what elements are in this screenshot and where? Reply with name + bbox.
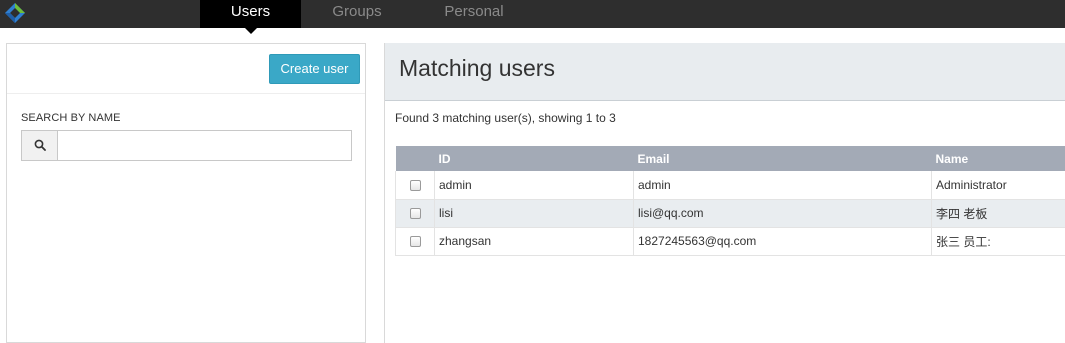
table-row[interactable]: admin admin Administrator: [396, 171, 1065, 199]
table-row[interactable]: zhangsan 1827245563@qq.com 张三 员工:: [396, 227, 1065, 255]
search-group: [21, 130, 352, 161]
row-checkbox[interactable]: [410, 236, 421, 247]
column-header-select: [396, 146, 435, 171]
create-user-button[interactable]: Create user: [269, 54, 360, 84]
user-id-cell: zhangsan: [435, 227, 634, 255]
search-panel-toolbar: Create user: [7, 44, 365, 94]
user-id-cell: admin: [435, 171, 634, 199]
row-select-cell: [396, 171, 435, 199]
user-name-cell: Administrator: [932, 171, 1065, 199]
top-nav-bar: Users Groups Personal: [0, 0, 1065, 28]
row-select-cell: [396, 227, 435, 255]
row-checkbox[interactable]: [410, 208, 421, 219]
results-panel: Matching users Found 3 matching user(s),…: [384, 43, 1065, 343]
match-summary: Found 3 matching user(s), showing 1 to 3: [395, 111, 616, 125]
column-header-id[interactable]: ID: [435, 146, 634, 171]
user-name-cell: 李四 老板: [932, 199, 1065, 227]
results-header: Matching users: [385, 43, 1065, 101]
page-title: Matching users: [399, 55, 555, 82]
row-select-cell: [396, 199, 435, 227]
column-header-email[interactable]: Email: [634, 146, 932, 171]
user-email-cell: lisi@qq.com: [634, 199, 932, 227]
user-name-cell: 张三 员工:: [932, 227, 1065, 255]
column-header-name[interactable]: Name: [932, 146, 1065, 171]
diamond-logo-icon[interactable]: [3, 1, 27, 25]
tab-users[interactable]: Users: [200, 0, 301, 28]
search-by-name-label: SEARCH BY NAME: [21, 112, 121, 124]
search-name-input[interactable]: [59, 131, 351, 160]
tab-groups[interactable]: Groups: [318, 0, 396, 28]
user-email-cell: 1827245563@qq.com: [634, 227, 932, 255]
user-id-cell: lisi: [435, 199, 634, 227]
row-checkbox[interactable]: [410, 180, 421, 191]
user-email-cell: admin: [634, 171, 932, 199]
search-panel: Create user SEARCH BY NAME: [6, 43, 366, 343]
users-table: ID Email Name admin admin Administrator …: [395, 146, 1065, 256]
table-row[interactable]: lisi lisi@qq.com 李四 老板: [396, 199, 1065, 227]
search-icon: [22, 131, 58, 160]
table-header-row: ID Email Name: [396, 146, 1065, 171]
tab-personal[interactable]: Personal: [432, 0, 516, 28]
